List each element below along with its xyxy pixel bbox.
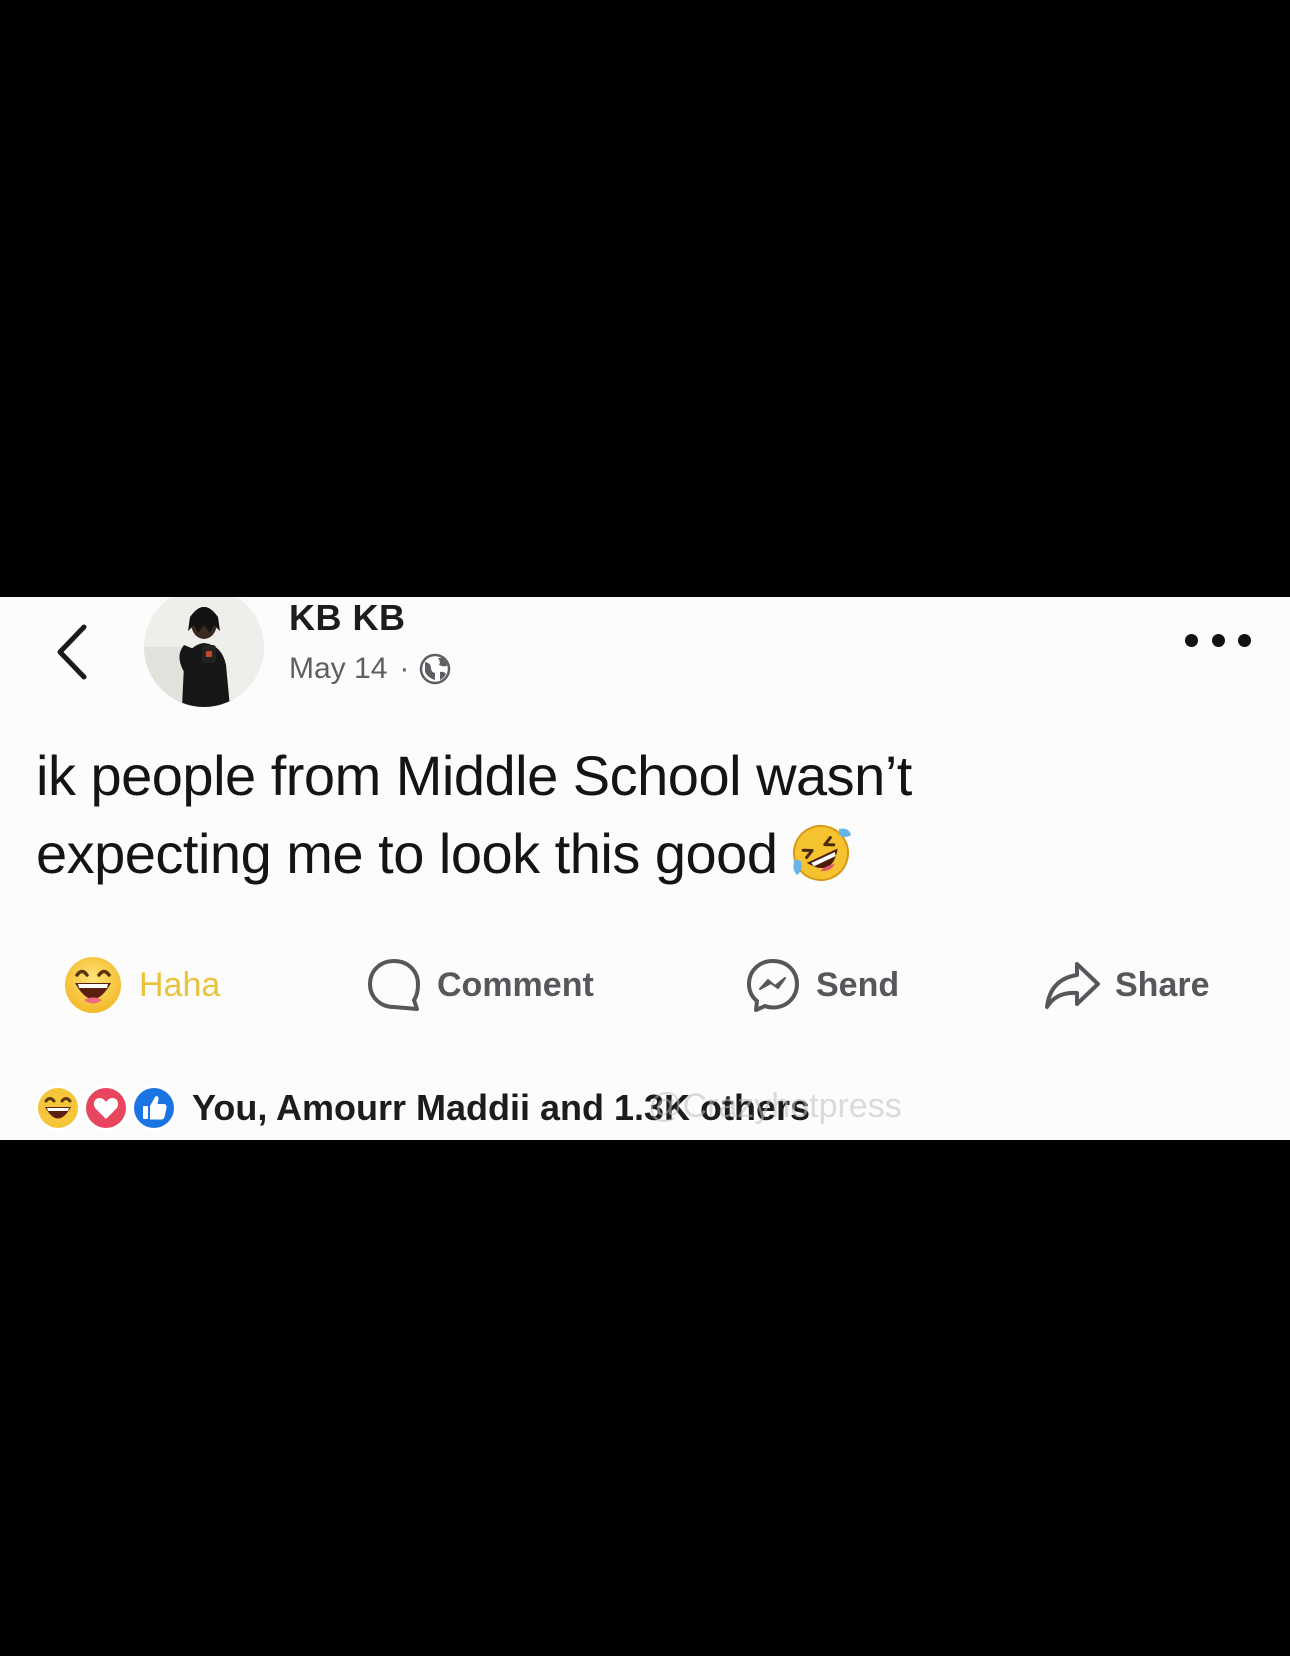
send-label: Send — [816, 965, 900, 1004]
messenger-icon — [747, 959, 799, 1012]
chevron-left-icon — [57, 624, 87, 680]
avatar-photo — [144, 597, 264, 707]
rolling-laughing-emoji-icon — [789, 821, 853, 885]
action-bar: Haha Comment Send Share — [0, 945, 1290, 1025]
comment-button[interactable]: Comment — [365, 945, 594, 1025]
post-card: KB KB May 14 · ik people from Middle Sch… — [0, 597, 1290, 1140]
haha-label: Haha — [139, 965, 221, 1004]
post-text-line: ik people from Middle School wasn’t — [36, 744, 912, 807]
reaction-icons — [34, 1083, 184, 1133]
comment-icon — [368, 959, 420, 1011]
more-dot — [1211, 633, 1225, 647]
author-name[interactable]: KB KB — [289, 597, 406, 639]
post-meta: May 14 · — [289, 649, 451, 689]
share-label: Share — [1115, 965, 1210, 1004]
back-button[interactable] — [48, 617, 98, 687]
share-icon — [1045, 962, 1100, 1009]
post-date[interactable]: May 14 — [289, 652, 387, 686]
haha-reaction-icon — [65, 957, 121, 1013]
haha-reaction-icon — [34, 1084, 82, 1132]
globe-icon — [419, 653, 451, 685]
haha-reaction-button[interactable]: Haha — [63, 945, 220, 1025]
comment-label: Comment — [437, 965, 594, 1004]
post-text-line-2: expecting me to look this good — [36, 815, 1236, 893]
send-button[interactable]: Send — [744, 945, 899, 1025]
post-text-line: expecting me to look this good — [36, 822, 778, 885]
post-text: ik people from Middle School wasn’t expe… — [36, 737, 1236, 893]
avatar[interactable] — [144, 597, 264, 707]
like-reaction-icon — [130, 1084, 178, 1132]
more-dot — [1238, 633, 1251, 647]
meta-separator: · — [399, 652, 410, 685]
love-reaction-icon — [82, 1084, 130, 1132]
more-dot — [1185, 633, 1198, 647]
watermark: @Crazyhotpress — [648, 1087, 902, 1125]
more-options-button[interactable] — [1185, 625, 1251, 655]
share-button[interactable]: Share — [1043, 945, 1210, 1025]
